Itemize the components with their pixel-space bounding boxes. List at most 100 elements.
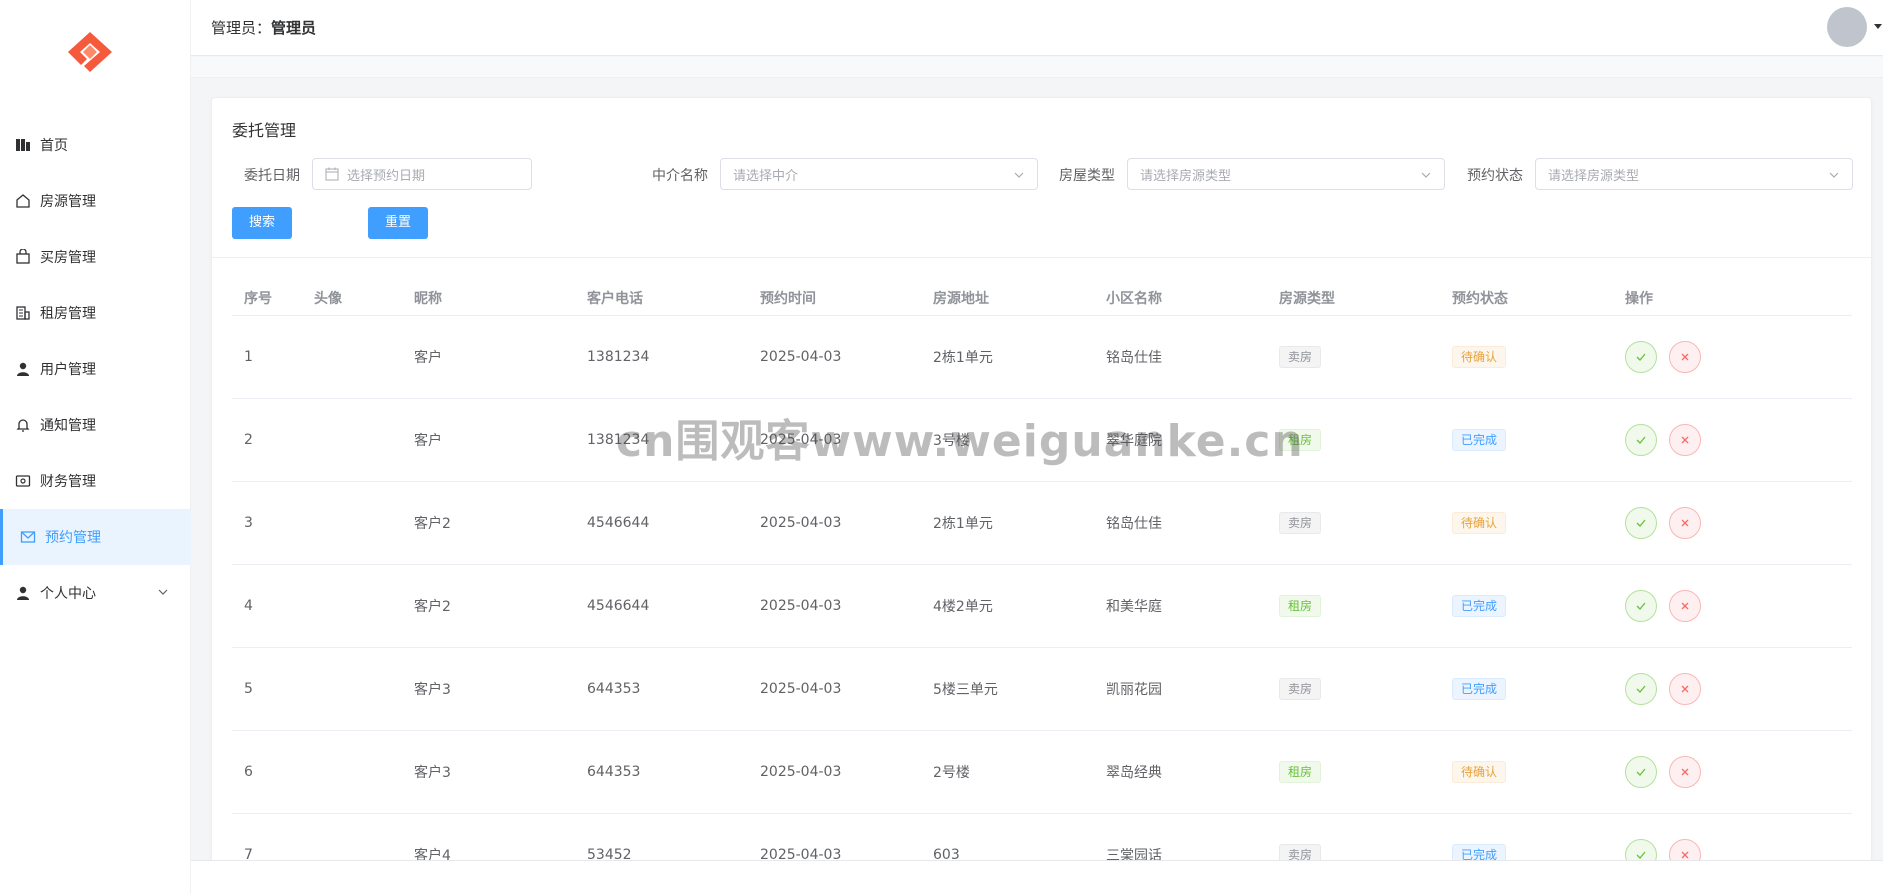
house-type-tag: 卖房 [1279,512,1322,534]
table-row: 4 客户2 4546644 2025-04-03 4楼2单元 和美华庭 租房 已完成 [232,565,1852,648]
reject-button[interactable] [1669,590,1701,622]
cell-community: 铭岛仕佳 [1106,350,1162,366]
sidebar-item-4[interactable]: 用户管理 [0,341,191,397]
sidebar-item-label: 用户管理 [40,362,96,378]
cell-phone: 644353 [587,681,641,697]
house-type-select[interactable]: 请选择房源类型 [1127,158,1445,190]
cell-actions [1613,673,1773,705]
status-placeholder: 请选择房源类型 [1548,168,1640,184]
reset-button[interactable]: 重置 [368,207,428,239]
cell-status: 待确认 [1440,512,1613,534]
chevron-down-icon [1014,172,1024,178]
sidebar-item-label: 个人中心 [40,586,96,602]
tags-bar [191,57,1883,78]
date-picker[interactable]: 选择预约日期 [312,158,532,190]
dashboard-icon [15,137,31,153]
cell-status: 待确认 [1440,346,1613,368]
sidebar-item-label: 首页 [40,138,68,154]
confirm-button[interactable] [1625,673,1657,705]
confirm-button[interactable] [1625,424,1657,456]
cell-time: 2025-04-03 [760,598,842,614]
cell-actions [1613,756,1773,788]
cell-phone: 4546644 [587,515,650,531]
confirm-button[interactable] [1625,590,1657,622]
date-placeholder: 选择预约日期 [347,168,426,184]
cell-status: 待确认 [1440,761,1613,783]
cell-no: 2 [244,432,253,448]
main-card: 委托管理 委托日期 选择预约日期 中介名称 请选择中介 房屋类型 请选择房源类型… [211,97,1872,894]
cell-type: 租房 [1267,761,1440,783]
column-header: 房源类型 [1279,290,1335,307]
chevron-down-icon[interactable] [157,586,169,598]
appointments-table: 序号 头像 昵称 客户电话 预约时间 房源地址 小区名称 房源类型 预约状态 操作 1 客户 1381… [232,280,1852,894]
avatar[interactable] [1827,7,1867,47]
cell-status: 已完成 [1440,678,1613,700]
cell-nickname: 客户2 [414,516,451,532]
check-icon [1636,602,1646,610]
house-type-label: 房屋类型 [1059,168,1115,184]
divider [212,257,1871,258]
close-icon [1681,353,1689,361]
agent-label: 中介名称 [652,168,708,184]
cell-no: 5 [244,681,253,697]
status-badge: 待确认 [1452,346,1507,368]
date-label: 委托日期 [244,168,300,184]
confirm-button[interactable] [1625,756,1657,788]
column-header: 房源地址 [933,290,989,307]
status-badge: 已完成 [1452,678,1507,700]
house-type-tag: 租房 [1279,595,1322,617]
confirm-button[interactable] [1625,341,1657,373]
sidebar-item-0[interactable]: 首页 [0,117,191,173]
cell-community: 和美华庭 [1106,599,1162,615]
column-header: 小区名称 [1106,290,1162,307]
cell-type: 租房 [1267,595,1440,617]
reject-button[interactable] [1669,507,1701,539]
close-icon [1681,436,1689,444]
calendar-icon [325,167,339,181]
table-row: 5 客户3 644353 2025-04-03 5楼三单元 凯丽花园 卖房 已完成 [232,648,1852,731]
agent-select[interactable]: 请选择中介 [720,158,1038,190]
reject-button[interactable] [1669,756,1701,788]
cell-address: 2栋1单元 [933,350,993,366]
cell-time: 2025-04-03 [760,764,842,780]
cell-time: 2025-04-03 [760,432,842,448]
house-icon [15,193,31,209]
sidebar-item-6[interactable]: 财务管理 [0,453,191,509]
sidebar-item-3[interactable]: 租房管理 [0,285,191,341]
sidebar-item-1[interactable]: 房源管理 [0,173,191,229]
page-title: 委托管理 [232,121,297,140]
column-header: 昵称 [414,290,442,307]
check-icon [1636,353,1646,361]
status-select[interactable]: 请选择房源类型 [1535,158,1853,190]
message-icon [20,529,36,545]
chevron-down-icon [1421,172,1431,178]
reject-button[interactable] [1669,673,1701,705]
footer-bar [191,860,1883,894]
cell-phone: 644353 [587,764,641,780]
column-header: 预约状态 [1452,290,1508,307]
confirm-button[interactable] [1625,507,1657,539]
reject-button[interactable] [1669,341,1701,373]
sidebar-item-label: 租房管理 [40,306,96,322]
status-label: 预约状态 [1467,168,1523,184]
column-header: 序号 [244,290,272,307]
cell-actions [1613,507,1773,539]
user-menu-caret-icon[interactable] [1874,24,1882,29]
check-icon [1636,519,1646,527]
cell-address: 2号楼 [933,765,970,781]
cell-phone: 4546644 [587,598,650,614]
cell-nickname: 客户2 [414,599,451,615]
sidebar-item-8[interactable]: 个人中心 [0,565,191,621]
admin-prefix: 管理员： [211,19,272,37]
table-row: 2 客户 1381234 2025-04-03 3号楼 翠华庭院 租房 已完成 [232,399,1852,482]
sidebar-item-7[interactable]: 预约管理 [0,509,191,565]
sidebar-item-5[interactable]: 通知管理 [0,397,191,453]
cell-status: 已完成 [1440,595,1613,617]
cell-nickname: 客户 [414,350,442,366]
sidebar-item-2[interactable]: 买房管理 [0,229,191,285]
search-button[interactable]: 搜索 [232,207,292,239]
cell-community: 翠华庭院 [1106,433,1162,449]
cell-community: 铭岛仕佳 [1106,516,1162,532]
app-logo [62,28,118,76]
reject-button[interactable] [1669,424,1701,456]
